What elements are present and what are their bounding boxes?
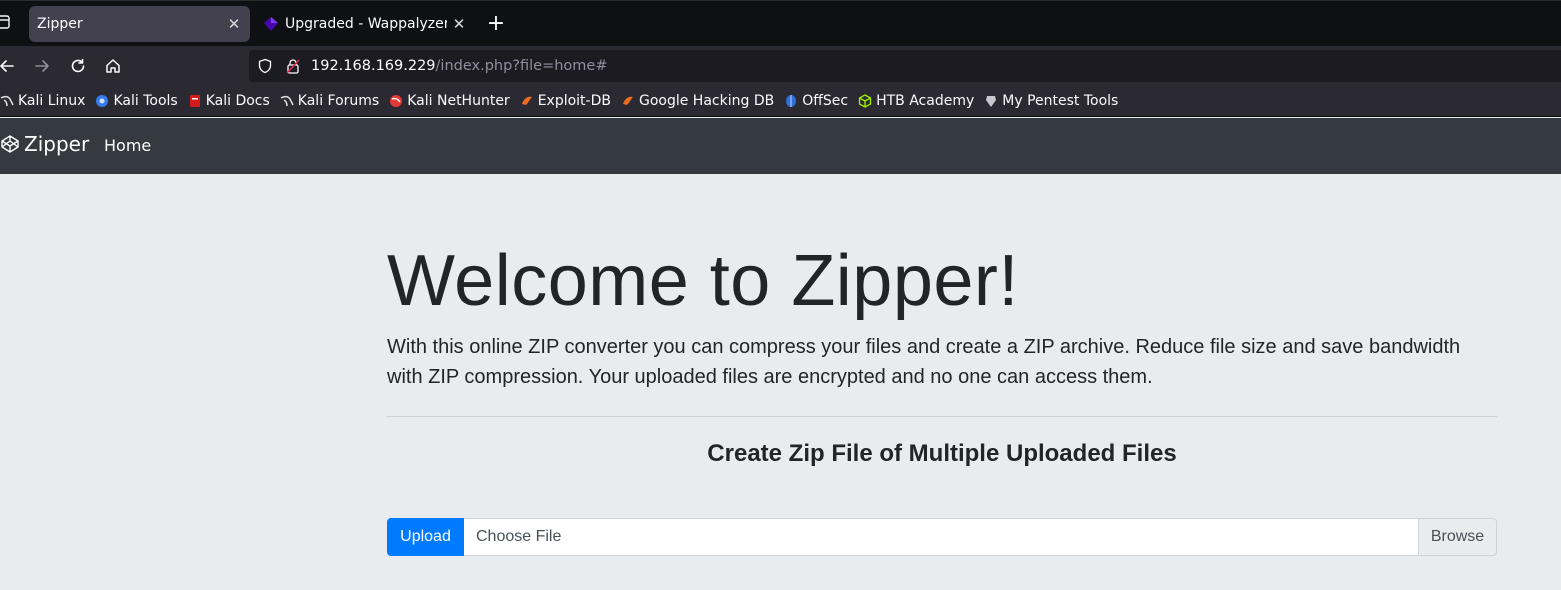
browser-navigation-bar: 192.168.169.229/index.php?file=home#: [0, 46, 1561, 86]
bookmark-label: Exploit-DB: [537, 93, 611, 109]
bookmark-my-pentest-tools[interactable]: My Pentest Tools: [984, 93, 1118, 109]
brand-link[interactable]: Zipper: [0, 132, 89, 156]
insecure-lock-icon[interactable]: [285, 58, 301, 74]
ghdb-icon: [622, 96, 633, 105]
bookmark-google-hacking-db[interactable]: Google Hacking DB: [621, 93, 774, 109]
offsec-icon: [786, 95, 797, 107]
bookmark-kali-tools[interactable]: Kali Tools: [95, 93, 178, 109]
new-tab-plus-icon[interactable]: +: [483, 11, 509, 37]
section-heading: Create Zip File of Multiple Uploaded Fil…: [707, 440, 1177, 467]
nethunter-icon: [390, 95, 403, 107]
tab-wappalyzer[interactable]: Upgraded - Wappalyzer ✕: [255, 6, 475, 42]
bookmark-kali-docs[interactable]: Kali Docs: [188, 93, 270, 109]
exploit-db-icon: [521, 96, 532, 105]
bookmark-kali-nethunter[interactable]: Kali NetHunter: [389, 93, 510, 109]
url-host: 192.168.169.229: [311, 58, 436, 74]
tab-title: Upgraded - Wappalyzer: [285, 16, 447, 32]
tab-zipper[interactable]: Zipper ✕: [29, 6, 250, 42]
tab-title: Zipper: [37, 16, 83, 32]
bookmark-label: Google Hacking DB: [638, 93, 775, 109]
reload-icon[interactable]: [69, 57, 87, 75]
site-navbar: Zipper Home: [0, 118, 1561, 174]
bookmark-label: Kali Forums: [297, 93, 380, 109]
close-tab-icon[interactable]: ✕: [222, 12, 246, 36]
bookmark-label: Kali Docs: [205, 93, 270, 109]
bookmark-htb-academy[interactable]: HTB Academy: [858, 93, 974, 109]
forward-arrow-icon[interactable]: [33, 57, 51, 75]
browse-button[interactable]: Browse: [1418, 518, 1497, 556]
close-tab-icon[interactable]: ✕: [447, 12, 471, 36]
bookmark-label: OffSec: [802, 93, 849, 109]
bookmarks-toolbar: Kali Linux Kali Tools Kali Docs Kali For…: [0, 86, 1561, 117]
bookmark-label: Kali Tools: [113, 93, 178, 109]
bookmark-kali-linux[interactable]: Kali Linux: [0, 93, 85, 109]
bookmark-offsec[interactable]: OffSec: [784, 93, 848, 109]
file-input[interactable]: Choose File: [464, 518, 1418, 556]
lead-paragraph: With this online ZIP converter you can c…: [387, 336, 1461, 388]
kali-tools-icon: [96, 95, 109, 107]
kali-dragon-icon: [280, 95, 294, 107]
brand-name: Zipper: [24, 132, 90, 156]
browser-tab-bar: Zipper ✕ Upgraded - Wappalyzer ✕ +: [0, 0, 1561, 46]
codepen-cube-icon: [1, 135, 19, 153]
pentest-tools-icon: [986, 96, 997, 107]
url-text[interactable]: 192.168.169.229/index.php?file=home#: [311, 58, 608, 74]
bookmark-label: My Pentest Tools: [1002, 93, 1119, 109]
bookmark-kali-forums[interactable]: Kali Forums: [280, 93, 379, 109]
upload-input-group: Upload Choose File Browse: [387, 518, 1497, 556]
back-arrow-icon[interactable]: [0, 57, 16, 75]
url-path: /index.php?file=home#: [435, 58, 608, 74]
bookmark-exploit-db[interactable]: Exploit-DB: [520, 93, 611, 109]
kali-dragon-icon: [0, 95, 14, 107]
home-icon[interactable]: [104, 57, 122, 75]
url-bar[interactable]: 192.168.169.229/index.php?file=home#: [249, 50, 1561, 82]
upload-button[interactable]: Upload: [387, 518, 464, 556]
kali-docs-icon: [189, 95, 200, 107]
bookmark-label: Kali Linux: [18, 93, 86, 109]
page-title: Welcome to Zipper!: [387, 241, 1019, 321]
tab-list-icon[interactable]: [0, 14, 11, 30]
tracking-shield-icon[interactable]: [257, 58, 273, 74]
htb-cube-icon: [858, 94, 872, 108]
wappalyzer-icon: [264, 17, 278, 31]
divider: [387, 416, 1497, 417]
bookmark-label: HTB Academy: [876, 93, 975, 109]
bookmark-label: Kali NetHunter: [407, 93, 510, 109]
nav-link-home[interactable]: Home: [104, 136, 151, 155]
